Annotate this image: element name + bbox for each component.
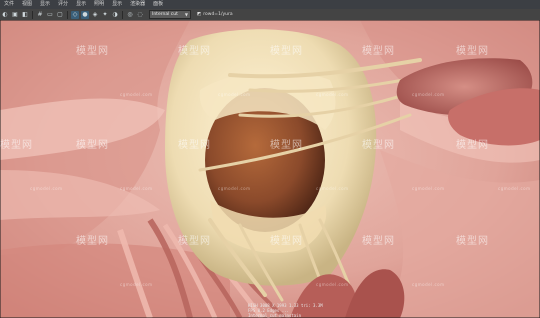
watermark-logo: 模型网 (0, 136, 33, 151)
menu-renderer[interactable]: 渲染器 (126, 0, 149, 9)
camera-dropdown-value: Internal cut (152, 12, 178, 17)
watermark-url: cgmodel.com (316, 282, 349, 287)
watermark-url: cgmodel.com (316, 186, 349, 191)
3d-viewport[interactable]: 模型网 模型网 模型网 模型网 模型网 模型网 模型网 模型网 模型网 模型网 … (0, 20, 540, 318)
watermark-url: cgmodel.com (412, 282, 445, 287)
camera-name-label: rowd=1/yura (203, 12, 232, 17)
watermark-url: cgmodel.com (218, 92, 251, 97)
watermark-logo: 模型网 (178, 42, 211, 57)
watermark-logo: 模型网 (270, 232, 303, 247)
lock-camera-icon[interactable]: ▣ (11, 11, 19, 19)
toolbar-divider (122, 11, 123, 19)
watermark-logo: 模型网 (178, 232, 211, 247)
menu-display[interactable]: 显示 (36, 0, 54, 9)
select-camera-icon[interactable]: ◐ (1, 11, 9, 19)
watermark-logo: 模型网 (362, 42, 395, 57)
menu-bar: 文件 视图 显示 评分 显示 照明 显示 渲染器 面板 (0, 0, 540, 9)
watermark-logo: 模型网 (456, 136, 489, 151)
chevron-down-icon: ▼ (185, 11, 188, 18)
menu-file[interactable]: 文件 (0, 0, 18, 9)
bookmark-icon[interactable]: ◧ (21, 11, 29, 19)
textured-icon[interactable]: ◈ (91, 11, 99, 19)
isolate-icon[interactable]: ◎ (126, 11, 134, 19)
wireframe-icon[interactable]: ◇ (71, 11, 79, 19)
watermark-url: cgmodel.com (316, 92, 349, 97)
watermark-url: cgmodel.com (498, 186, 531, 191)
watermark-url: cgmodel.com (30, 186, 63, 191)
watermark-logo: 模型网 (362, 136, 395, 151)
watermark-logo: 模型网 (456, 42, 489, 57)
watermark-logo: 模型网 (76, 42, 109, 57)
watermark-logo: 模型网 (76, 232, 109, 247)
watermark-logo: 模型网 (76, 136, 109, 151)
xray-icon[interactable]: ◌ (136, 11, 144, 19)
watermark-logo: 模型网 (362, 232, 395, 247)
toolbar-divider (67, 11, 68, 19)
film-gate-icon[interactable]: ▭ (46, 11, 54, 19)
camera-name-field[interactable]: ◩ rowd=1/yura (197, 12, 233, 17)
viewport-hud: HIGH 3008 X 1993 1.33 tri: 3.3M FPS 8.2 … (248, 303, 323, 318)
menu-panels[interactable]: 面板 (149, 0, 167, 9)
toolbar-divider (32, 11, 33, 19)
camera-icon: ◩ (197, 12, 201, 17)
lights-icon[interactable]: ✦ (101, 11, 109, 19)
menu-lighting[interactable]: 照明 (90, 0, 108, 9)
viewport-render (0, 20, 540, 318)
viewport-toolbar: ◐ ▣ ◧ # ▭ ▢ ◇ ● ◈ ✦ ◑ ◎ ◌ Internal cut ▼… (0, 9, 540, 20)
grid-icon[interactable]: # (36, 11, 44, 19)
menu-show[interactable]: 显示 (72, 0, 90, 9)
watermark-url: cgmodel.com (412, 186, 445, 191)
watermark-url: cgmodel.com (218, 186, 251, 191)
shadows-icon[interactable]: ◑ (111, 11, 119, 19)
watermark-logo: 模型网 (456, 232, 489, 247)
watermark-logo: 模型网 (270, 136, 303, 151)
camera-dropdown[interactable]: Internal cut ▼ (149, 10, 191, 19)
menu-view[interactable]: 视图 (18, 0, 36, 9)
watermark-url: cgmodel.com (120, 282, 153, 287)
watermark-logo: 模型网 (178, 136, 211, 151)
menu-show-2[interactable]: 显示 (108, 0, 126, 9)
menu-shading[interactable]: 评分 (54, 0, 72, 9)
watermark-logo: 模型网 (270, 42, 303, 57)
watermark-url: cgmodel.com (412, 92, 445, 97)
watermark-url: cgmodel.com (120, 186, 153, 191)
watermark-url: cgmodel.com (120, 92, 153, 97)
hud-line: Internal_cut mainstain (248, 313, 323, 318)
resolution-gate-icon[interactable]: ▢ (56, 11, 64, 19)
smooth-shade-icon[interactable]: ● (81, 11, 89, 19)
maya-window: 文件 视图 显示 评分 显示 照明 显示 渲染器 面板 ◐ ▣ ◧ # ▭ ▢ … (0, 0, 540, 318)
